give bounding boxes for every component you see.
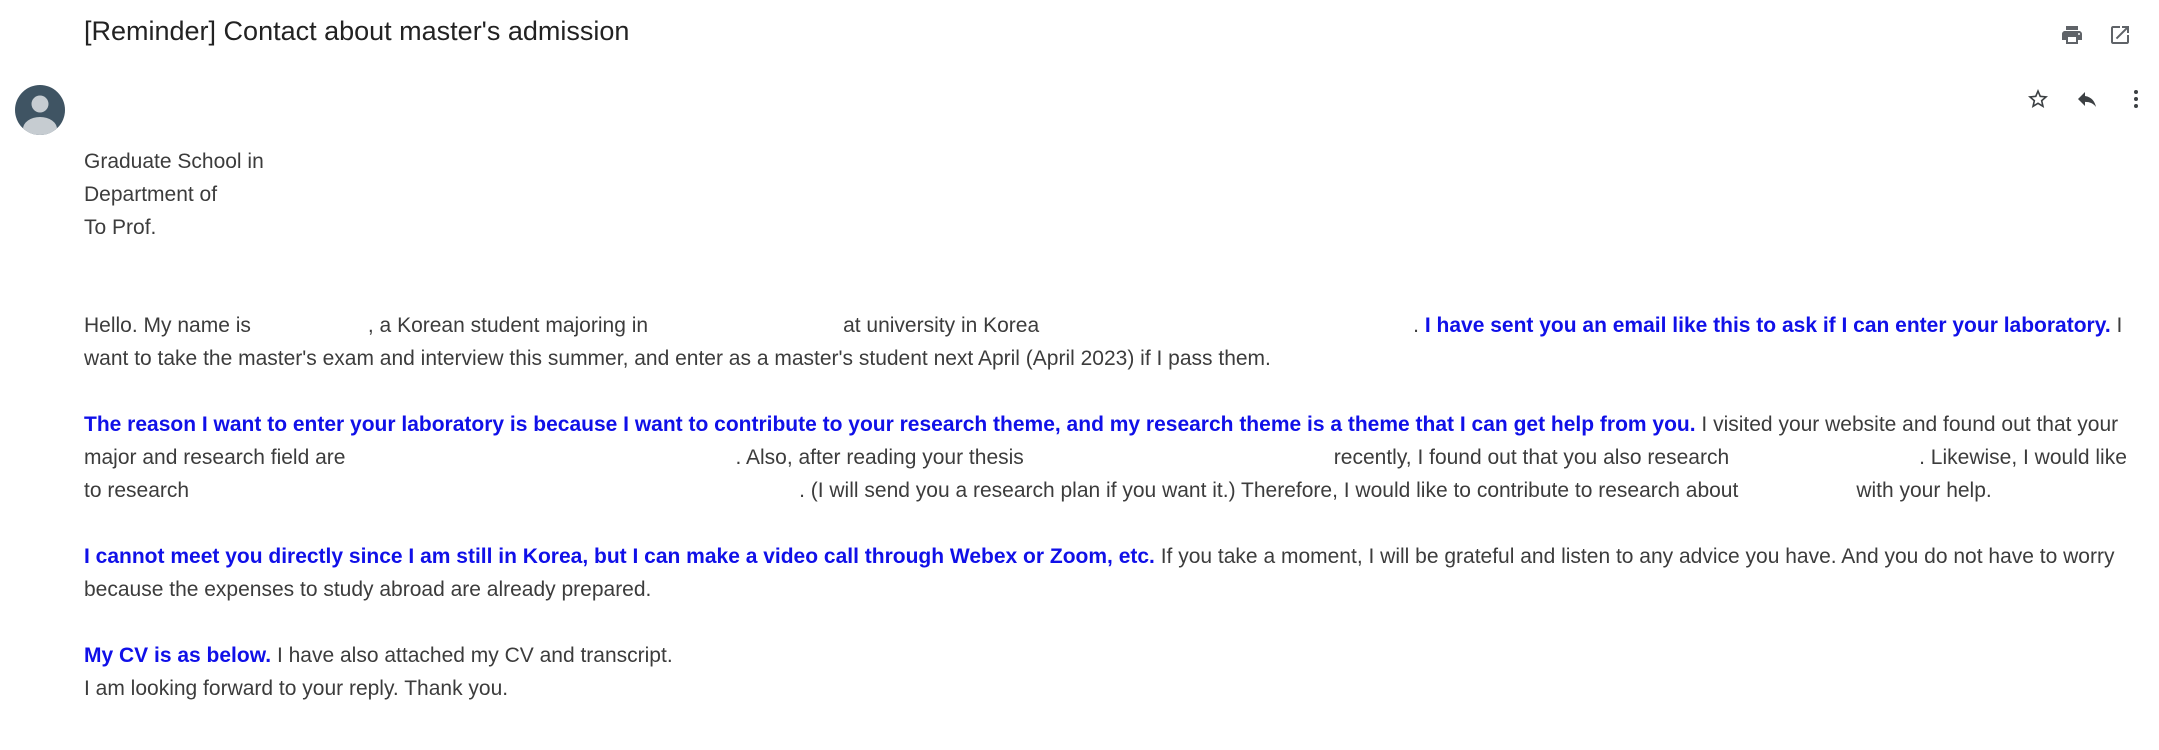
emphasis-text: I have sent you an email like this to as… <box>1424 314 2111 337</box>
emphasis-text: My CV is as below. <box>84 644 272 667</box>
open-in-new-window-button[interactable] <box>2103 18 2137 52</box>
message-actions <box>2021 82 2153 116</box>
emphasis-text: The reason I want to enter your laborato… <box>84 413 1696 436</box>
email-subject: [Reminder] Contact about master's admiss… <box>84 16 630 46</box>
reply-button[interactable] <box>2070 82 2104 116</box>
paragraph-contact: I cannot meet you directly since I am st… <box>84 545 2115 601</box>
star-button[interactable] <box>2021 82 2055 116</box>
reply-icon <box>2078 92 2096 107</box>
star-icon <box>2028 89 2048 108</box>
print-icon <box>2062 26 2082 44</box>
paragraph-cv: My CV is as below. I have also attached … <box>84 644 673 667</box>
salutation-line-2: Department of <box>84 183 218 206</box>
more-options-button[interactable] <box>2119 82 2153 116</box>
sender-avatar[interactable] <box>15 85 65 135</box>
email-view: [Reminder] Contact about master's admiss… <box>0 0 2159 750</box>
open-in-new-window-icon <box>2111 26 2129 44</box>
print-button[interactable] <box>2055 18 2089 52</box>
paragraph-introduction: Hello. My name is, a Korean student majo… <box>84 314 2123 370</box>
more-vertical-icon <box>2134 90 2138 108</box>
thread-actions <box>2055 18 2137 52</box>
closing-line: I am looking forward to your reply. Than… <box>84 677 509 700</box>
default-avatar-icon <box>23 95 57 135</box>
emphasis-text: I cannot meet you directly since I am st… <box>84 545 1155 568</box>
email-body: Graduate School in Department of To Prof… <box>84 145 2129 705</box>
paragraph-reason: The reason I want to enter your laborato… <box>84 413 2127 502</box>
salutation-line-3: To Prof. <box>84 216 157 239</box>
salutation-line-1: Graduate School in <box>84 150 264 173</box>
